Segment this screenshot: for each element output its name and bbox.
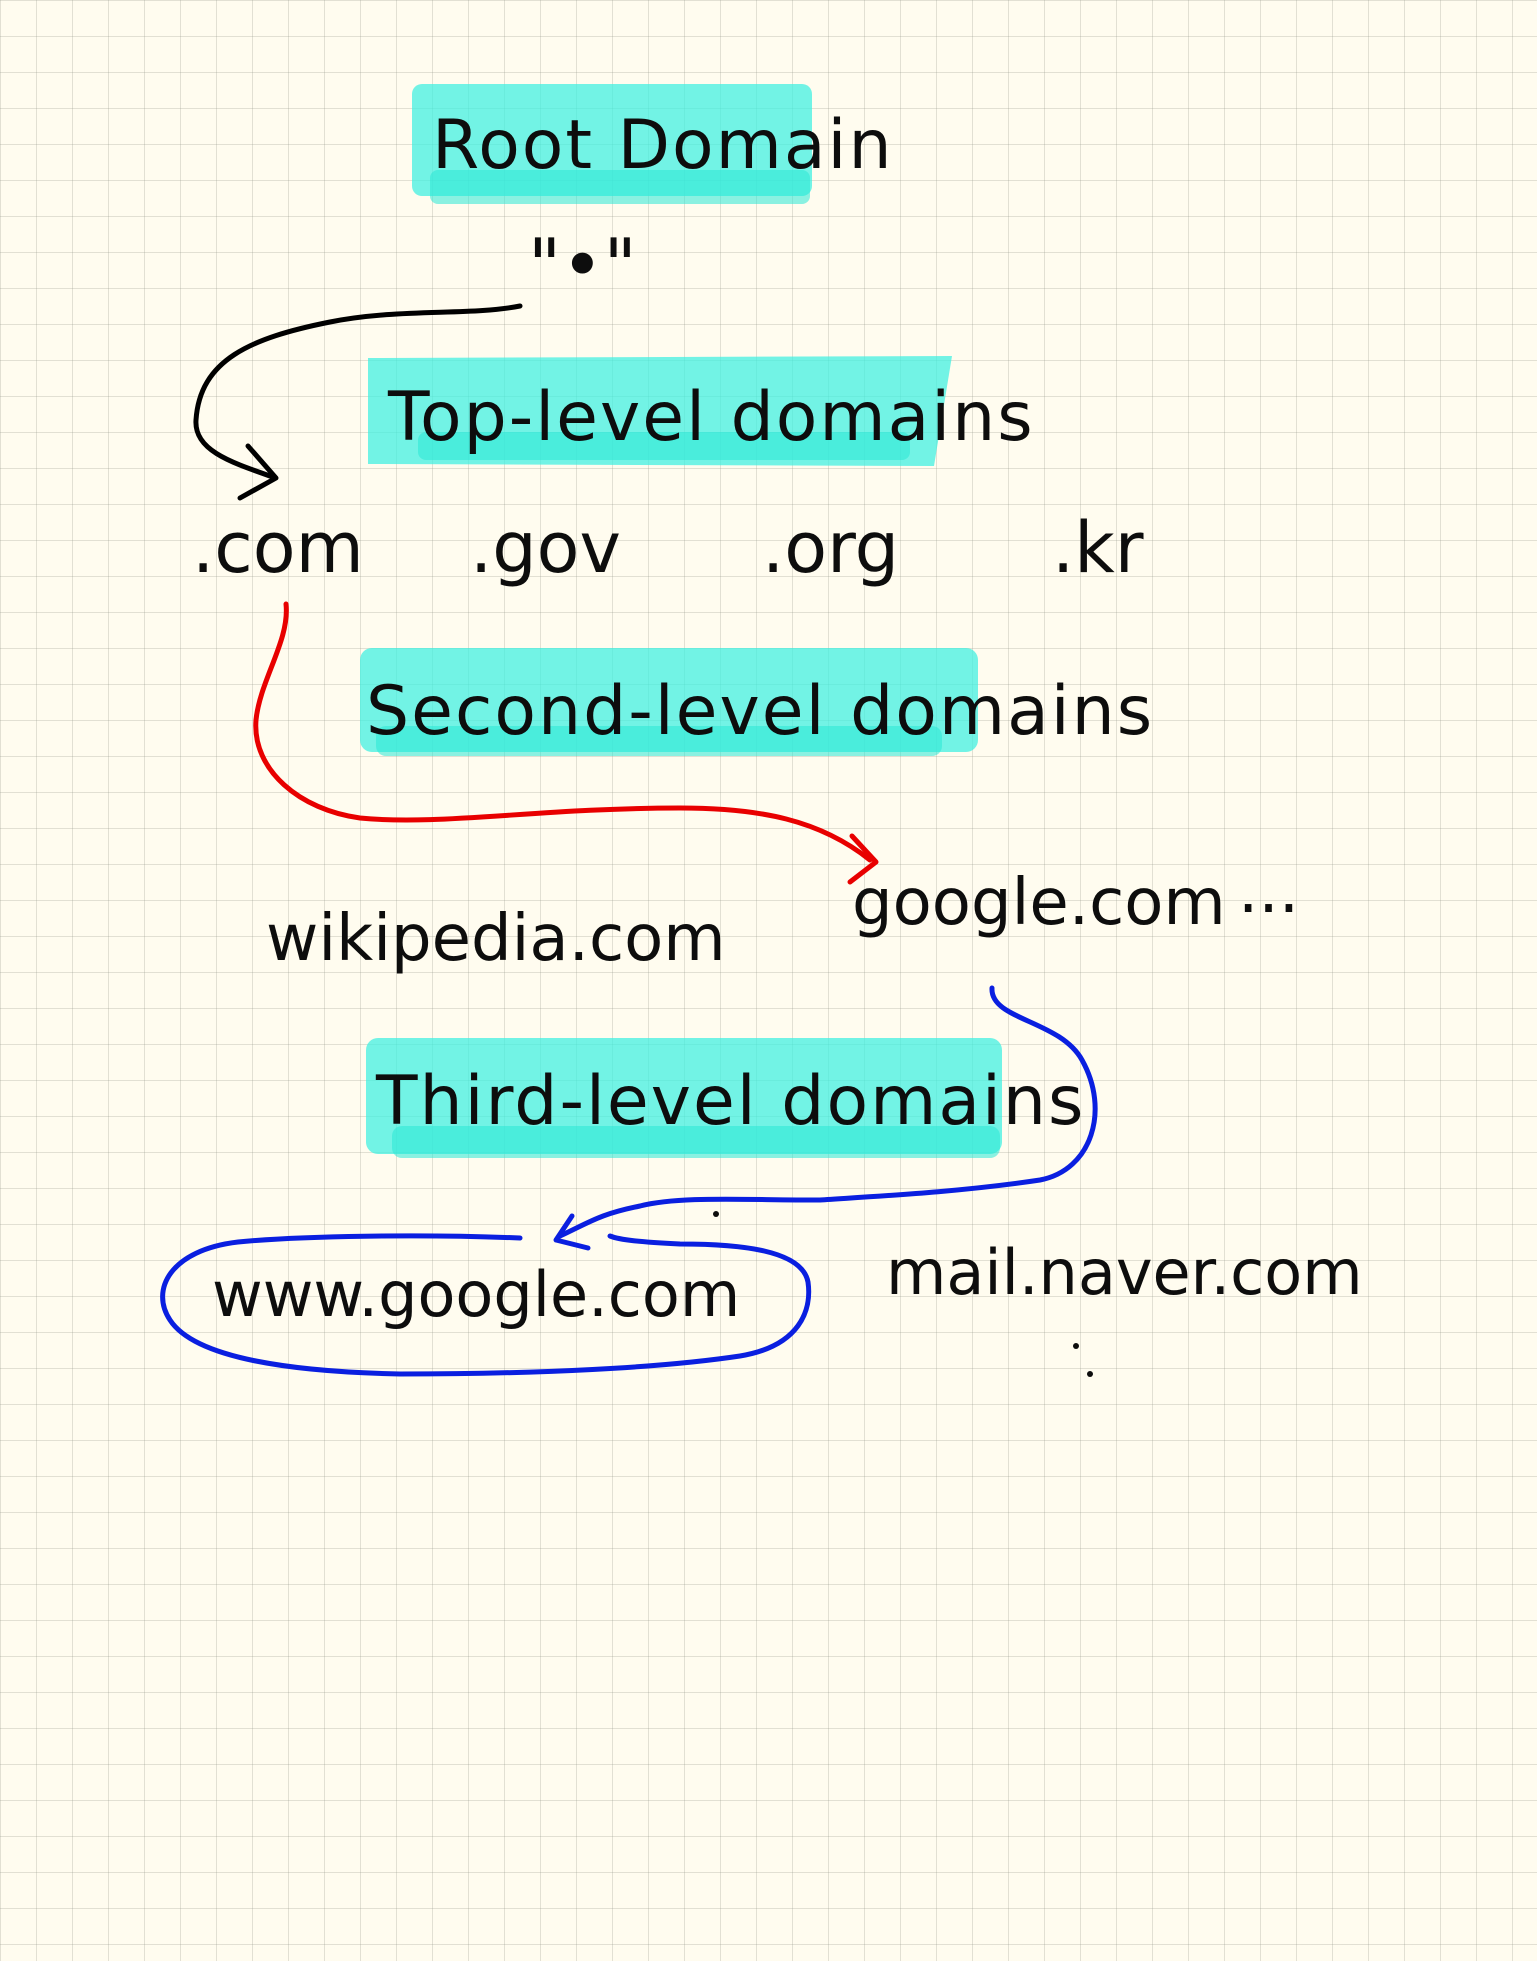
sld-google: google.com — [852, 866, 1226, 940]
top-level-domains-label: Top-level domains — [368, 356, 1035, 466]
dns-hierarchy-diagram: Root Domain "•" Top-level domains .com .… — [160, 84, 1363, 1377]
third-mail-naver: mail.naver.com — [886, 1236, 1363, 1309]
third-level-heading: Third-level domains — [375, 1062, 1085, 1141]
root-dot-symbol: "•" — [528, 223, 637, 307]
tld-org: .org — [762, 507, 899, 589]
third-level-domains-label: Third-level domains — [366, 1038, 1085, 1158]
second-level-domains-label: Second-level domains — [360, 648, 1154, 756]
top-level-heading: Top-level domains — [387, 378, 1035, 457]
root-domain-label: Root Domain — [412, 84, 894, 204]
tld-gov: .gov — [470, 507, 621, 589]
third-www-google: www.google.com — [212, 1258, 740, 1331]
sld-wikipedia: wikipedia.com — [266, 902, 726, 976]
second-level-heading: Second-level domains — [366, 672, 1154, 751]
tld-kr: .kr — [1052, 507, 1144, 589]
sld-ellipsis: ... — [1238, 854, 1299, 928]
tld-com: .com — [192, 507, 364, 589]
root-domain-heading: Root Domain — [432, 106, 894, 185]
